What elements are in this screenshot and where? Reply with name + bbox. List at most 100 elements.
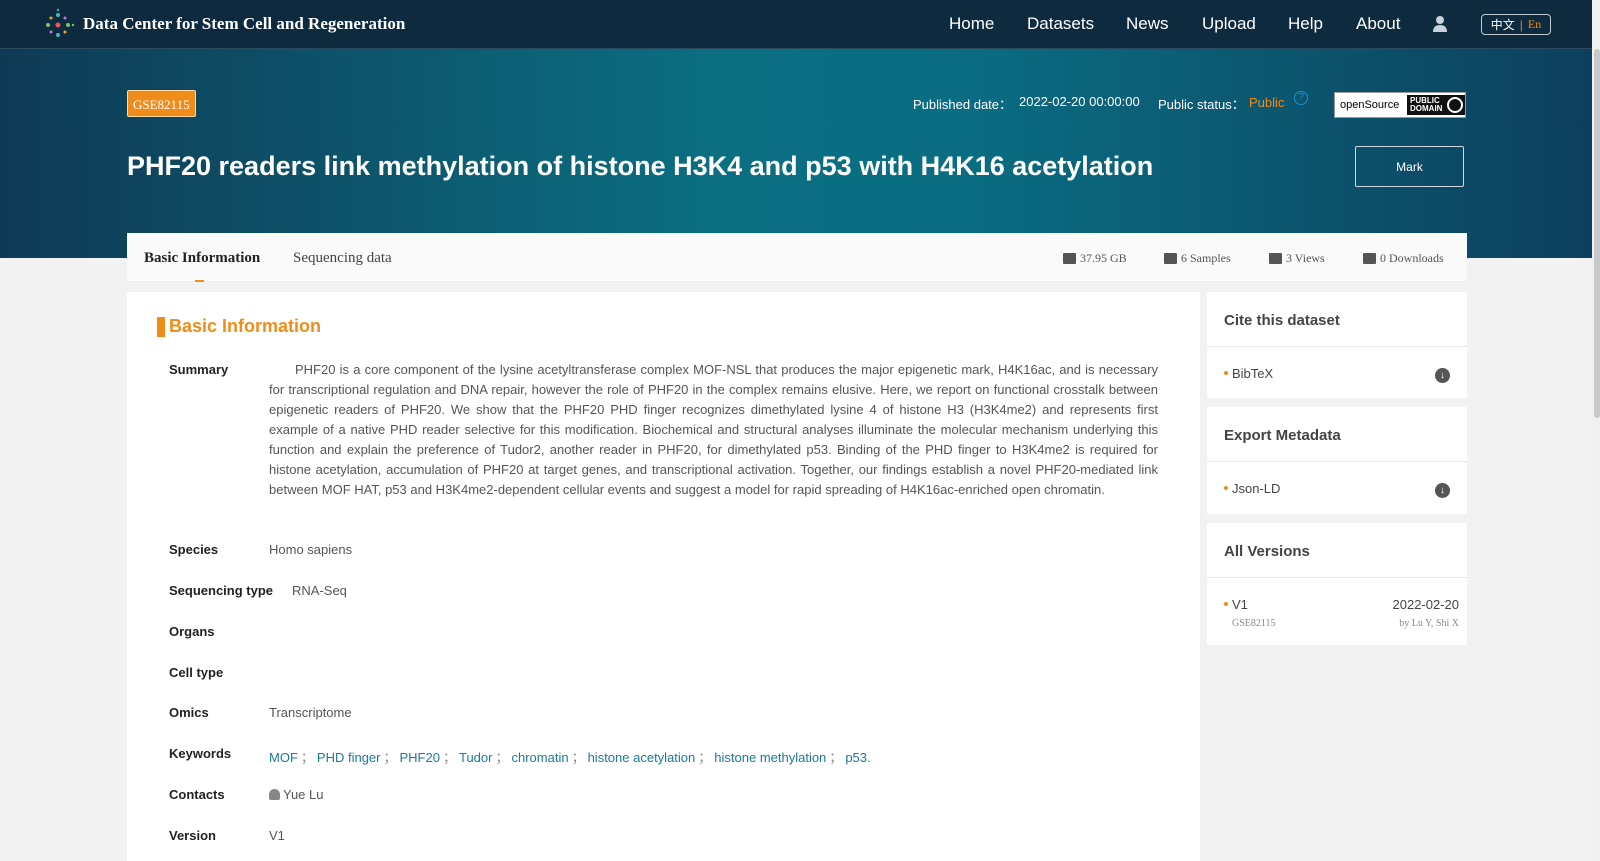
- nav-upload[interactable]: Upload: [1202, 14, 1256, 34]
- version-authors: by Lu Y, Shi X: [1399, 618, 1459, 629]
- nav-about[interactable]: About: [1356, 14, 1400, 34]
- tab-bar: Basic Information Sequencing data 37.95 …: [127, 233, 1467, 282]
- keyword-link[interactable]: MOF: [269, 750, 298, 765]
- nav-datasets[interactable]: Datasets: [1027, 14, 1094, 34]
- versions-card: All Versions V1 2022-02-20 GSE82115 by L…: [1207, 523, 1467, 645]
- section-accent-bar: [157, 317, 165, 337]
- stat-views-text: 3 Views: [1286, 251, 1325, 265]
- stat-size: 37.95 GB: [1063, 251, 1127, 266]
- stat-samples: 6 Samples: [1164, 251, 1231, 266]
- download-circle-icon[interactable]: ↓: [1435, 368, 1450, 383]
- version-name: V1: [1232, 597, 1248, 612]
- stat-samples-text: 6 Samples: [1181, 251, 1231, 265]
- keyword-link[interactable]: Tudor: [459, 750, 492, 765]
- nav-news[interactable]: News: [1126, 14, 1169, 34]
- omics-value: Transcriptome: [269, 705, 352, 720]
- lang-zh[interactable]: 中文: [1491, 16, 1515, 33]
- seqtype-label: Sequencing type: [169, 583, 274, 598]
- help-icon[interactable]: ?: [1294, 91, 1308, 105]
- dataset-title: PHF20 readers link methylation of histon…: [127, 151, 1154, 181]
- summary-text: PHF20 is a core component of the lysine …: [269, 362, 1158, 497]
- keyword-link[interactable]: PHD finger: [317, 750, 381, 765]
- version-value: V1: [269, 828, 285, 843]
- celltype-label: Cell type: [169, 665, 224, 680]
- cite-title: Cite this dataset: [1207, 292, 1467, 347]
- active-tab-indicator: [195, 280, 204, 282]
- accession-badge: GSE82115: [127, 90, 196, 117]
- storage-icon: [1063, 253, 1076, 264]
- bullet: [1224, 486, 1228, 490]
- keyword-separator: ；: [442, 750, 456, 765]
- status-label: Public status：: [1158, 97, 1245, 112]
- samples-icon: [1164, 253, 1177, 264]
- keyword-separator: ；: [300, 750, 314, 765]
- nav-home[interactable]: Home: [949, 14, 994, 34]
- bibtex-row[interactable]: BibTeX ↓: [1207, 347, 1467, 402]
- logo-icon[interactable]: [40, 7, 76, 43]
- views-icon: [1269, 253, 1282, 264]
- contact-entry: Yue Lu: [269, 787, 324, 802]
- bullet: [1224, 371, 1228, 375]
- stat-views: 3 Views: [1269, 251, 1325, 266]
- status-value: Public: [1249, 95, 1285, 110]
- jsonld-label: Json-LD: [1232, 481, 1281, 496]
- keyword-link[interactable]: PHF20: [400, 750, 440, 765]
- license-line-2: DOMAIN: [1410, 104, 1443, 113]
- language-switcher: 中文 | En: [1481, 14, 1551, 35]
- export-card: Export Metadata Json-LD ↓: [1207, 407, 1467, 514]
- contacts-label: Contacts: [169, 787, 225, 802]
- keyword-link[interactable]: histone acetylation: [588, 750, 696, 765]
- summary-label: Summary: [169, 362, 229, 377]
- bibtex-label: BibTeX: [1232, 366, 1274, 381]
- license-label: openSource: [1340, 99, 1400, 111]
- tab-basic-information[interactable]: Basic Information: [144, 250, 260, 267]
- pd-circle-icon: [1447, 97, 1463, 113]
- contact-name: Yue Lu: [283, 787, 324, 802]
- mark-button[interactable]: Mark: [1355, 146, 1464, 187]
- nav-help[interactable]: Help: [1288, 14, 1323, 34]
- user-icon[interactable]: [1432, 15, 1448, 33]
- omics-label: Omics: [169, 705, 209, 720]
- keyword-link[interactable]: histone methylation: [714, 750, 826, 765]
- seqtype-value: RNA-Seq: [292, 583, 347, 598]
- keyword-separator: ；: [698, 750, 712, 765]
- organs-label: Organs: [169, 624, 215, 639]
- basic-info-panel: Basic Information Summary PHF20 is a cor…: [127, 292, 1200, 861]
- section-title: Basic Information: [169, 316, 322, 336]
- top-nav: Data Center for Stem Cell and Regenerati…: [0, 0, 1600, 49]
- version-date: 2022-02-20: [1392, 597, 1460, 612]
- keywords-label: Keywords: [169, 746, 232, 761]
- stat-downloads: 0 Downloads: [1363, 251, 1444, 266]
- stat-downloads-text: 0 Downloads: [1380, 251, 1444, 265]
- published-label: Published date：: [913, 97, 1013, 112]
- keyword-separator: ；: [571, 750, 585, 765]
- tab-sequencing-data[interactable]: Sequencing data: [293, 250, 392, 267]
- keyword-link[interactable]: chromatin: [511, 750, 568, 765]
- person-icon: [269, 789, 280, 800]
- stat-size-text: 37.95 GB: [1080, 251, 1127, 265]
- site-brand[interactable]: Data Center for Stem Cell and Regenerati…: [83, 14, 405, 34]
- export-title: Export Metadata: [1207, 407, 1467, 462]
- public-domain-icon: PUBLIC DOMAIN: [1407, 95, 1465, 115]
- scrollbar-thumb[interactable]: [1594, 49, 1600, 418]
- keyword-separator: ；: [495, 750, 509, 765]
- bullet: [1224, 602, 1228, 606]
- version-label: Version: [169, 828, 216, 843]
- license-badge[interactable]: openSource PUBLIC DOMAIN: [1334, 92, 1466, 118]
- published-value: 2022-02-20 00:00:00: [1019, 94, 1140, 109]
- keyword-separator: ；: [383, 750, 397, 765]
- species-label: Species: [169, 542, 219, 557]
- keyword-separator: ；: [829, 750, 843, 765]
- lang-en[interactable]: En: [1528, 17, 1541, 32]
- download-circle-icon[interactable]: ↓: [1435, 483, 1450, 498]
- keyword-link[interactable]: p53.: [845, 750, 870, 765]
- species-value: Homo sapiens: [269, 542, 353, 557]
- downloads-icon: [1363, 253, 1376, 264]
- jsonld-row[interactable]: Json-LD ↓: [1207, 462, 1467, 517]
- lang-separator: |: [1519, 17, 1523, 32]
- version-accession: GSE82115: [1232, 618, 1276, 629]
- versions-title: All Versions: [1207, 523, 1467, 578]
- version-row[interactable]: V1 2022-02-20 GSE82115 by Lu Y, Shi X: [1207, 578, 1467, 644]
- keywords-list: MOF； PHD finger； PHF20； Tudor； chromatin； his…: [269, 747, 871, 766]
- cite-card: Cite this dataset BibTeX ↓: [1207, 292, 1467, 398]
